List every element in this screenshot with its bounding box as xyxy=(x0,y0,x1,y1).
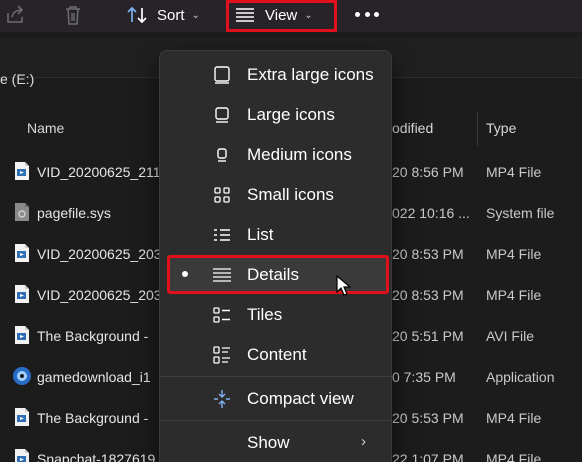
tiles-view-icon xyxy=(212,305,232,325)
menu-item-extra-large-icons[interactable]: Extra large icons xyxy=(160,56,391,92)
share-icon[interactable] xyxy=(4,4,26,26)
selected-bullet-icon xyxy=(182,271,188,277)
file-name: The Background - xyxy=(37,328,149,344)
video-file-icon xyxy=(14,284,30,304)
file-name: VID_20200625_211 xyxy=(37,164,161,180)
sort-button[interactable]: Sort ⌄ xyxy=(126,0,200,30)
menu-item-label: Small icons xyxy=(247,185,334,204)
menu-item-label: Tiles xyxy=(247,305,283,324)
menu-item-label: Compact view xyxy=(247,389,354,408)
file-name: gamedownload_i1 xyxy=(37,369,151,385)
menu-item-label: Show xyxy=(247,433,290,452)
view-menu: Extra large icons Large icons Medium ico… xyxy=(159,50,392,462)
list-view-icon xyxy=(212,225,232,245)
file-date-modified: 0 7:35 PM xyxy=(392,369,456,385)
video-file-icon xyxy=(14,448,30,462)
file-date-modified: 20 8:53 PM xyxy=(392,246,464,262)
extra-large-icons-icon xyxy=(212,65,232,85)
video-file-icon xyxy=(14,325,30,345)
file-type: MP4 File xyxy=(486,451,542,462)
view-button-highlight xyxy=(226,0,337,32)
ellipsis-icon[interactable] xyxy=(355,12,379,18)
file-type: MP4 File xyxy=(486,410,542,426)
file-type: Application xyxy=(486,369,555,385)
address-path: e (E:) xyxy=(0,71,35,87)
menu-item-large-icons[interactable]: Large icons xyxy=(160,96,391,132)
file-date-modified: 20 5:53 PM xyxy=(392,410,464,426)
file-type: MP4 File xyxy=(486,164,542,180)
menu-item-list[interactable]: List xyxy=(160,216,391,252)
file-name: The Background - xyxy=(37,410,149,426)
trash-icon[interactable] xyxy=(62,4,84,26)
menu-item-label: Content xyxy=(247,345,307,364)
content-view-icon xyxy=(212,345,232,365)
file-type: System file xyxy=(486,205,555,221)
menu-separator xyxy=(160,420,391,421)
menu-item-content[interactable]: Content xyxy=(160,336,391,372)
file-date-modified: 20 8:56 PM xyxy=(392,164,464,180)
chevron-down-icon: ⌄ xyxy=(191,9,200,21)
menu-item-compact-view[interactable]: Compact view xyxy=(160,380,391,416)
medium-icons-icon xyxy=(212,145,232,165)
system-file-icon xyxy=(14,202,30,222)
application-icon xyxy=(12,366,31,386)
menu-item-details[interactable]: Details xyxy=(160,256,391,292)
chevron-right-icon: › xyxy=(361,433,366,450)
file-type: AVI File xyxy=(486,328,534,344)
file-date-modified: 22 1:07 PM xyxy=(392,451,464,462)
column-header-name[interactable]: Name xyxy=(27,120,64,136)
column-header-type[interactable]: Type xyxy=(486,120,516,136)
menu-item-label: Extra large icons xyxy=(247,65,374,84)
video-file-icon xyxy=(14,243,30,263)
menu-item-show[interactable]: Show › xyxy=(160,424,391,460)
menu-item-label: Medium icons xyxy=(247,145,352,164)
menu-separator xyxy=(160,376,391,377)
menu-item-label: Details xyxy=(247,265,299,284)
file-type: MP4 File xyxy=(486,246,542,262)
menu-item-label: List xyxy=(247,225,274,244)
file-name: VID_20200625_203 xyxy=(37,287,162,303)
mouse-cursor-icon xyxy=(336,274,352,297)
file-name: Snapchat-1827619 xyxy=(37,451,156,462)
column-divider[interactable] xyxy=(477,112,478,146)
file-type: MP4 File xyxy=(486,287,542,303)
file-date-modified: 022 10:16 ... xyxy=(392,205,470,221)
file-date-modified: 20 8:53 PM xyxy=(392,287,464,303)
menu-item-label: Large icons xyxy=(247,105,335,124)
video-file-icon xyxy=(14,407,30,427)
sort-label: Sort xyxy=(157,6,185,24)
menu-item-medium-icons[interactable]: Medium icons xyxy=(160,136,391,172)
compact-view-icon xyxy=(212,389,232,409)
video-file-icon xyxy=(14,161,30,181)
file-name: pagefile.sys xyxy=(37,205,111,221)
sort-icon xyxy=(126,5,150,25)
command-bar: Sort ⌄ View ⌄ xyxy=(0,0,582,32)
large-icons-icon xyxy=(212,105,232,125)
file-date-modified: 20 5:51 PM xyxy=(392,328,464,344)
menu-item-tiles[interactable]: Tiles xyxy=(160,296,391,332)
column-header-date-modified[interactable]: odified xyxy=(392,120,433,136)
menu-item-small-icons[interactable]: Small icons xyxy=(160,176,391,212)
small-icons-icon xyxy=(212,185,232,205)
file-name: VID_20200625_203 xyxy=(37,246,162,262)
details-view-icon xyxy=(212,265,232,285)
